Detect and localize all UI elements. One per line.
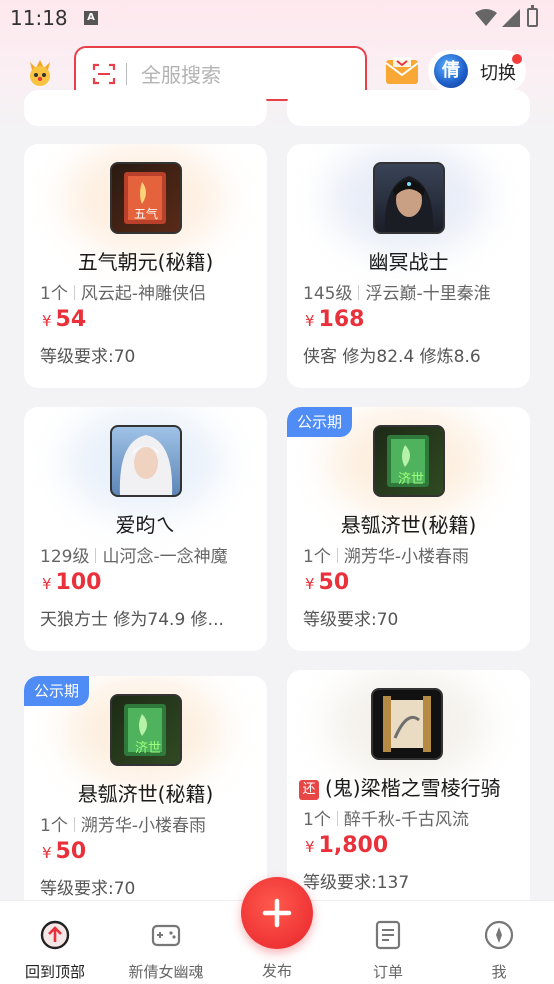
scan-icon[interactable]: [92, 62, 116, 86]
compass-icon: [484, 920, 514, 950]
card-server: 浮云巅-十里秦淮: [365, 284, 491, 304]
switch-game-button[interactable]: 倩 切换: [428, 50, 526, 92]
card-price: ¥50: [305, 570, 350, 595]
item-thumbnail: [371, 688, 443, 760]
game-avatar: 倩: [434, 54, 468, 88]
card-note: 等级要求:137: [303, 873, 410, 893]
listing-card-partial[interactable]: [287, 90, 530, 126]
status-badge: 公示期: [24, 676, 90, 706]
scroll-icon: [383, 696, 431, 752]
notification-dot: [512, 54, 522, 64]
card-note: 侠客 修为82.4 修炼8.6: [303, 347, 481, 367]
card-level: 1个: [303, 810, 331, 830]
card-level: 1个: [303, 547, 331, 567]
switch-label: 切换: [480, 63, 516, 84]
card-note: 等级要求:70: [303, 610, 399, 630]
book-icon: 五气: [124, 172, 166, 224]
status-time: 11:18: [10, 6, 68, 30]
gamepad-icon: [151, 924, 181, 947]
listing-card[interactable]: 幽冥战士 145级 浮云巅-十里秦淮 ¥168 侠客 修为82.4 修炼8.6: [287, 144, 530, 388]
nav-back-to-top[interactable]: 回到顶部: [0, 901, 110, 984]
card-level: 129级: [40, 547, 90, 567]
card-meta: 129级 山河念-一念神魔: [40, 542, 228, 567]
thumb-text: 济世: [135, 741, 161, 756]
return-tag: 还: [299, 780, 319, 800]
listing-card[interactable]: 还 (鬼)梁楷之雪棱行骑 1个 醉千秋-千古风流 ¥1,800 等级要求:137: [287, 670, 530, 910]
card-level: 1个: [40, 284, 68, 304]
search-placeholder: 全服搜索: [141, 63, 221, 87]
card-meta: 1个 风云起-神雕侠侣: [40, 279, 206, 304]
nav-label: 订单: [372, 963, 403, 981]
card-title: 幽冥战士: [368, 250, 449, 274]
card-server: 溯芳华-小楼春雨: [343, 547, 469, 567]
plus-icon: [262, 898, 292, 928]
card-title: 悬瓠济世(秘籍): [340, 513, 477, 537]
nav-label: 新倩女幽魂: [128, 963, 204, 981]
book-icon: 济世: [387, 435, 429, 487]
listing-card-partial[interactable]: [24, 90, 267, 126]
arrow-up-circle-icon: [40, 920, 70, 950]
card-price: ¥100: [42, 570, 102, 595]
book-icon: 济世: [124, 704, 166, 756]
notification-icon: A: [84, 11, 98, 25]
listing-card[interactable]: 济世 公示期 悬瓠济世(秘籍) 1个 溯芳华-小楼春雨 ¥50 等级要求:70: [287, 407, 530, 651]
wifi-icon: [475, 9, 497, 26]
item-thumbnail: 五气: [110, 162, 182, 234]
status-badge: 公示期: [287, 407, 353, 437]
signal-icon: [502, 9, 520, 27]
card-note: 等级要求:70: [40, 347, 136, 367]
card-meta: 1个 醉千秋-千古风流: [303, 805, 469, 830]
nav-game[interactable]: 新倩女幽魂: [111, 901, 221, 984]
app-logo-icon[interactable]: [24, 56, 56, 88]
card-note: 等级要求:70: [40, 879, 136, 899]
status-bar: 11:18 A: [0, 0, 554, 36]
card-title: 悬瓠济世(秘籍): [77, 782, 214, 806]
card-title-row: 还 (鬼)梁楷之雪棱行骑: [299, 772, 530, 801]
card-title: 爱昀ㄟ: [115, 513, 176, 537]
nav-me[interactable]: 我: [444, 901, 554, 984]
thumb-text: 五气: [134, 206, 158, 221]
card-meta: 1个 溯芳华-小楼春雨: [303, 542, 469, 567]
card-price: ¥168: [305, 307, 365, 332]
character-portrait-icon: [384, 176, 434, 232]
card-meta: 145级 浮云巅-十里秦淮: [303, 279, 491, 304]
card-note: 天狼方士 修为74.9 修...: [40, 610, 224, 630]
item-thumbnail: 济世: [373, 425, 445, 497]
listing-card[interactable]: 爱昀ㄟ 129级 山河念-一念神魔 ¥100 天狼方士 修为74.9 修...: [24, 407, 267, 651]
order-list-icon: [375, 920, 401, 950]
item-thumbnail: 济世: [110, 694, 182, 766]
card-server: 山河念-一念神魔: [102, 547, 228, 567]
card-level: 1个: [40, 816, 68, 836]
card-title: (鬼)梁楷之雪棱行骑: [325, 776, 501, 800]
item-thumbnail: [373, 162, 445, 234]
publish-button[interactable]: [241, 877, 313, 949]
message-envelope-icon[interactable]: [385, 57, 419, 87]
listing-card[interactable]: 五气 五气朝元(秘籍) 1个 风云起-神雕侠侣 ¥54 等级要求:70: [24, 144, 267, 388]
card-price: ¥54: [42, 307, 87, 332]
card-server: 溯芳华-小楼春雨: [80, 816, 206, 836]
card-price: ¥50: [42, 839, 87, 864]
card-server: 风云起-神雕侠侣: [80, 284, 206, 304]
character-portrait-icon: [119, 435, 173, 495]
battery-icon: [527, 5, 538, 27]
nav-label: 回到顶部: [24, 963, 85, 981]
nav-label: 我: [491, 963, 507, 981]
item-thumbnail: [110, 425, 182, 497]
card-server: 醉千秋-千古风流: [343, 810, 469, 830]
card-price: ¥1,800: [305, 833, 389, 858]
search-divider: [126, 62, 127, 85]
card-title: 五气朝元(秘籍): [77, 250, 214, 274]
card-meta: 1个 溯芳华-小楼春雨: [40, 811, 206, 836]
thumb-text: 济世: [398, 472, 424, 487]
listing-card[interactable]: 济世 公示期 悬瓠济世(秘籍) 1个 溯芳华-小楼春雨 ¥50 等级要求:70: [24, 676, 267, 920]
publish-label: 发布: [261, 962, 292, 980]
nav-orders[interactable]: 订单: [333, 901, 443, 984]
card-level: 145级: [303, 284, 353, 304]
